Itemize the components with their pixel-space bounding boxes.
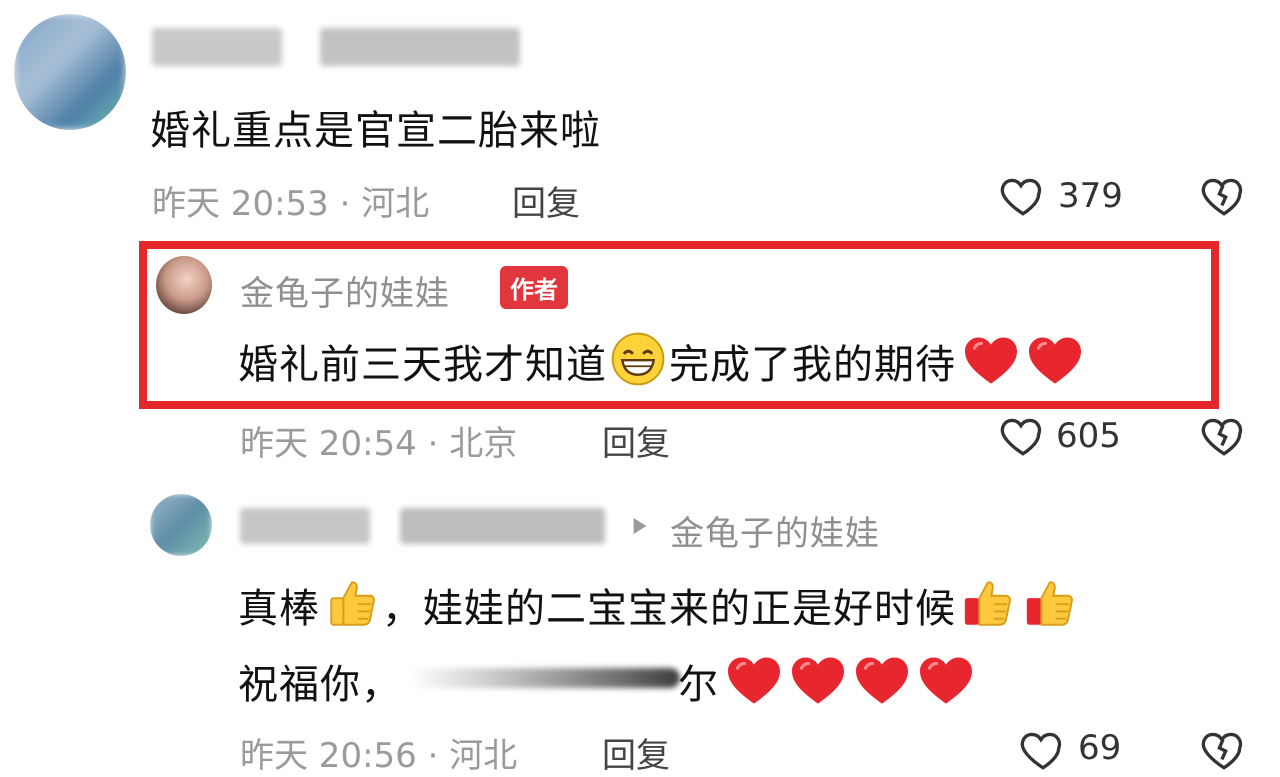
heart-outline-icon[interactable] [998,170,1048,220]
comment-text-part: ，娃娃的二宝宝来的正是好时候 [382,586,956,632]
grin-emoji-icon [611,332,665,386]
avatar[interactable] [150,494,212,556]
username-redacted [320,28,520,66]
reply-button[interactable]: 回复 [602,728,670,777]
heart-emoji-icon [920,657,972,704]
comment-meta: 昨天 20:53 · 河北 [152,184,430,224]
thumbs-up-emoji-icon [330,581,375,626]
avatar[interactable] [14,14,126,130]
like-count: 605 [1056,416,1121,456]
comment-text: 真棒 ，娃娃的二宝宝来的正是好时候 [238,574,1080,634]
triangle-right-icon [633,518,647,534]
comment-meta: 昨天 20:56 · 河北 [240,736,518,776]
comment-text-part: 婚礼前三天我才知道 [238,342,607,388]
broken-heart-icon[interactable] [1198,410,1250,460]
comment-text-part: 尔 [678,652,975,710]
heart-emoji-icon [792,657,844,704]
author-name[interactable]: 金龟子的娃娃 [240,266,450,315]
broken-heart-icon[interactable] [1198,724,1250,774]
comment-meta: 昨天 20:54 · 北京 [240,424,518,464]
username-redacted [152,28,282,66]
username-redacted [400,508,605,544]
author-badge: 作者 [500,266,568,309]
thumbs-up-emoji-icon [964,581,1011,626]
comment-text-part: 完成了我的期待 [669,342,956,388]
heart-emoji-icon [965,337,1017,384]
heart-outline-icon[interactable] [1018,724,1068,774]
comment-text-part: 真棒 [238,586,320,632]
like-count: 379 [1058,176,1123,216]
reply-button[interactable]: 回复 [602,416,670,465]
reply-to-name[interactable]: 金龟子的娃娃 [670,506,880,555]
heart-emoji-icon [1029,337,1081,384]
username-redacted [240,508,370,544]
heart-emoji-icon [856,657,908,704]
heart-emoji-icon [728,657,780,704]
comment-text: 婚礼前三天我才知道 完成了我的期待 [238,330,1084,390]
comment-text-line2: 祝福你， [238,662,402,708]
comment-text: 婚礼重点是官宣二胎来啦 [150,108,601,154]
thumbs-up-emoji-icon [1026,581,1073,626]
redacted-name-smear [410,668,680,688]
broken-heart-icon[interactable] [1198,170,1250,220]
reply-button[interactable]: 回复 [512,176,580,225]
comment-text-part: 尔 [678,662,719,708]
author-avatar[interactable] [156,256,212,314]
heart-outline-icon[interactable] [998,410,1048,460]
like-count: 69 [1078,728,1122,768]
